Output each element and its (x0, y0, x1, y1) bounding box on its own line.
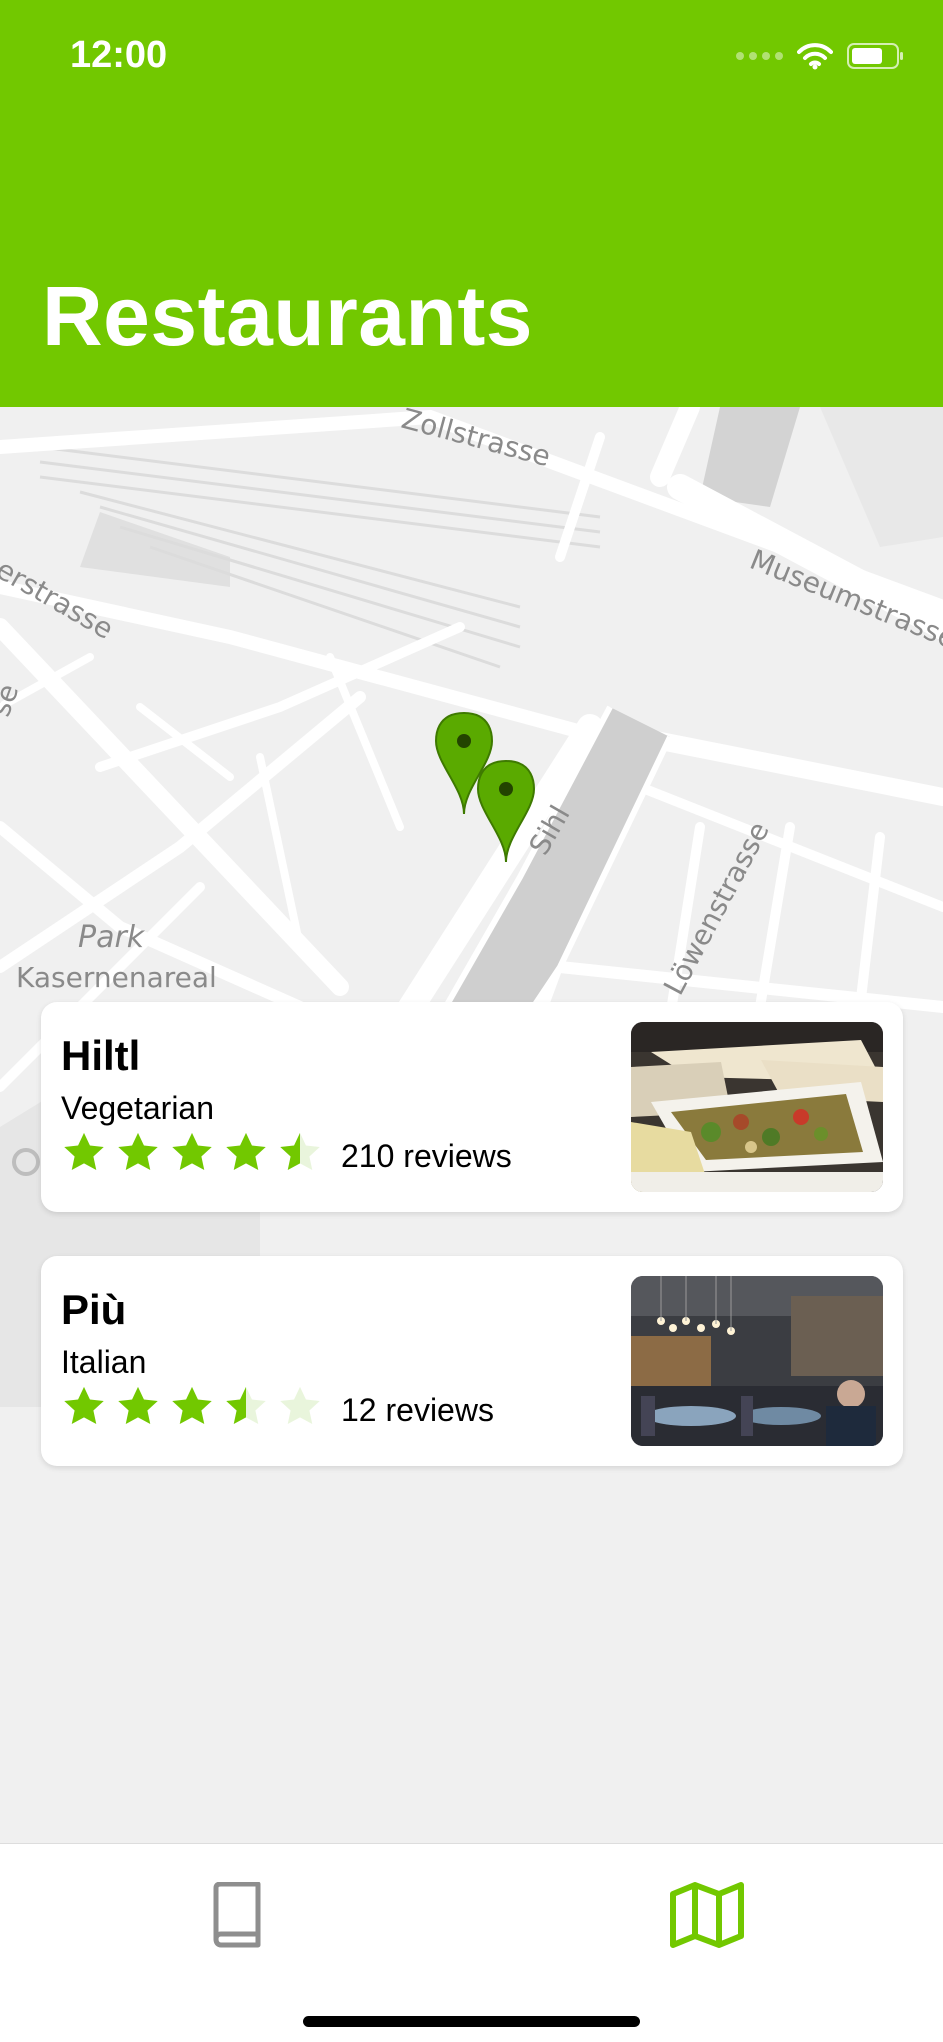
restaurant-category: Italian (61, 1344, 147, 1380)
star-full-icon (226, 1132, 266, 1171)
restaurant-name: Hiltl (61, 1032, 141, 1079)
home-indicator[interactable] (303, 2016, 640, 2027)
status-time: 12:00 (70, 34, 168, 76)
restaurant-category: Vegetarian (61, 1090, 215, 1126)
star-half-icon (226, 1386, 266, 1425)
tab-list[interactable] (186, 1870, 286, 1960)
star-full-icon (64, 1132, 104, 1171)
restaurant-card[interactable]: Hiltl Vegetarian 210 reviews (41, 1002, 903, 1212)
status-indicators (736, 42, 905, 70)
navigation-header: 12:00 Restaurants (0, 0, 943, 407)
star-full-icon (118, 1386, 158, 1425)
star-full-icon (172, 1386, 212, 1425)
cellular-signal-icon (736, 52, 783, 60)
restaurant-card[interactable]: Più Italian 12 reviews (41, 1256, 903, 1466)
review-count: 210 reviews (341, 1138, 512, 1174)
star-full-icon (64, 1386, 104, 1425)
rating-stars (61, 1130, 323, 1176)
battery-icon (847, 42, 905, 70)
rating-stars (61, 1384, 323, 1430)
restaurant-photo (631, 1276, 883, 1446)
wifi-icon (797, 42, 833, 70)
map-label-park: Park (78, 920, 146, 955)
review-count: 12 reviews (341, 1392, 494, 1428)
book-icon (213, 1882, 261, 1948)
star-full-icon (118, 1132, 158, 1171)
restaurant-photo (631, 1022, 883, 1192)
tab-bar (0, 1843, 943, 2042)
tab-map[interactable] (657, 1870, 757, 1960)
page-title: Restaurants (42, 269, 534, 363)
star-full-icon (172, 1132, 212, 1171)
map-label-kasernenareal: Kasernenareal (16, 961, 217, 994)
star-half-icon (280, 1132, 320, 1171)
star-empty-icon (280, 1386, 320, 1425)
restaurant-name: Più (61, 1286, 127, 1333)
map-icon (670, 1882, 744, 1948)
